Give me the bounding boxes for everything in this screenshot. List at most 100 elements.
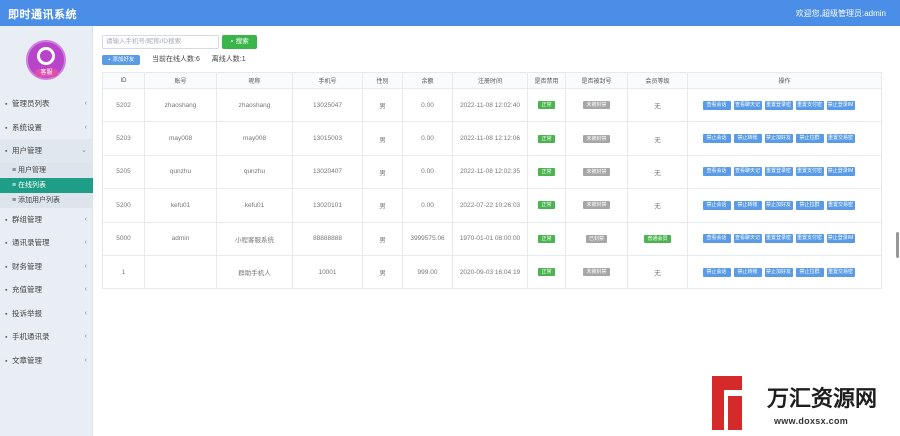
action-button[interactable]: 禁止转账	[733, 134, 762, 144]
table-row[interactable]: 5000 admin 小程客服系统 88888888 男 3999575.06 1970-0…	[102, 221, 882, 256]
table-cell: kefu01	[144, 188, 217, 223]
table-cell: 2020-09-03 16:04:19	[452, 254, 528, 290]
actions-cell: 查看会话 查看聊天记录重置登录密码重置支付密码禁止登录IM	[687, 87, 882, 123]
watermark-logo-icon	[712, 376, 742, 430]
status-badge: 正常	[538, 101, 555, 110]
table-cell: 0.00	[402, 121, 453, 156]
vip-cell: 无	[627, 188, 688, 223]
action-button[interactable]: 查看聊天记录	[733, 167, 762, 183]
table-header-row: ID 账号 昵称 手机号 性别 余额 注册时间 是否禁用 是否被封号 会员等级 操作	[102, 72, 882, 89]
search-input[interactable]: 请输入手机号/昵称/ID搜索	[102, 35, 219, 49]
table-cell: kefu01	[216, 188, 293, 223]
chevron-left-icon: ‹	[84, 286, 87, 293]
user-icon: ▪	[5, 101, 8, 108]
ban-badge: 未被封禁	[583, 167, 610, 176]
action-button[interactable]: 禁止会话	[702, 267, 731, 277]
action-button[interactable]: 重置支付密码	[795, 100, 824, 117]
search-button[interactable]: ⌕ 搜索	[222, 35, 257, 49]
sidebar-subitem[interactable]: ≡ 添加用户列表	[0, 192, 93, 208]
vip-cell: 无	[627, 121, 688, 156]
action-button[interactable]: 禁止加好友	[764, 134, 793, 144]
action-button[interactable]: 重置登录密码	[764, 234, 793, 250]
avatar[interactable]: 客服	[26, 40, 66, 80]
table-cell: 999.00	[402, 254, 453, 290]
action-button[interactable]: 重置支付密码	[795, 234, 824, 250]
ban-badge: 未被封禁	[583, 101, 610, 110]
action-button[interactable]: 禁止登录IM	[826, 167, 855, 177]
table-cell: admin	[144, 221, 217, 256]
ban-badge: 未被封禁	[583, 201, 610, 210]
sidebar-item[interactable]: ▪ 用户管理 ⌄	[0, 139, 93, 163]
action-button[interactable]: 查看聊天记录	[733, 100, 762, 117]
sidebar-item[interactable]: ▪ 文章管理 ‹	[0, 349, 93, 373]
column-header: 会员等级	[627, 72, 688, 89]
sidebar-item[interactable]: ▪ 充值管理 ‹	[0, 278, 93, 302]
sidebar-item[interactable]: ▪ 通讯录管理 ‹	[0, 231, 93, 255]
status-cell: 正常	[527, 121, 566, 156]
table-cell: 男	[362, 87, 403, 123]
sidebar-subitem[interactable]: ≡ 用户管理	[0, 162, 93, 178]
ban-cell: 未被封禁	[565, 121, 628, 156]
action-button[interactable]: 禁止拉群	[795, 134, 824, 144]
action-button[interactable]: 查看会话	[702, 234, 731, 244]
sidebar-item[interactable]: ▪ 财务管理 ‹	[0, 255, 93, 279]
ban-cell: 未被封禁	[565, 188, 628, 223]
table-cell: 男	[362, 188, 403, 223]
current-user-label[interactable]: 欢迎您,超级管理员:admin	[796, 8, 886, 19]
add-friend-button[interactable]: + 添加好友	[102, 55, 140, 65]
action-button[interactable]: 重置交易密码	[826, 134, 855, 150]
action-button[interactable]: 禁止转账	[733, 267, 762, 277]
sidebar-item[interactable]: ▪ 投诉举报 ‹	[0, 302, 93, 326]
sidebar-item-label: 用户管理	[12, 146, 42, 155]
status-badge: 正常	[538, 268, 555, 277]
sidebar-item-label: 财务管理	[12, 261, 42, 271]
action-button[interactable]: 禁止会话	[702, 134, 731, 144]
table-row[interactable]: 5203 may008 may008 13015003 男 0.00 2022-11-08 …	[102, 121, 882, 156]
action-button[interactable]: 重置登录密码	[764, 167, 793, 183]
table-row[interactable]: 5205 qunzhu qunzhu 13020407 男 0.00 2022-11-08 …	[102, 154, 882, 190]
report-icon: ▪	[5, 310, 8, 318]
table-row[interactable]: 5200 kefu01 kefu01 13020101 男 0.00 2022-07-22 …	[102, 188, 882, 223]
action-button[interactable]: 重置交易密码	[826, 200, 855, 217]
action-button[interactable]: 禁止加好友	[764, 200, 793, 210]
action-button[interactable]: 禁止会话	[702, 200, 731, 210]
sidebar-subitem-label: 在线列表	[18, 181, 47, 189]
table-cell: 3999575.06	[402, 221, 453, 256]
ban-cell: 未被封禁	[565, 154, 628, 190]
scrollbar[interactable]	[896, 232, 899, 258]
sidebar-item[interactable]: ▪ 群组管理 ‹	[0, 208, 93, 232]
sidebar-subitem[interactable]: ≡ 在线列表	[0, 177, 93, 193]
action-button[interactable]: 禁止拉群	[795, 267, 824, 277]
column-header: ID	[102, 72, 145, 89]
action-button[interactable]: 查看会话	[702, 167, 731, 177]
phone-icon: ▪	[5, 334, 8, 341]
action-button[interactable]: 查看聊天记录	[733, 234, 762, 250]
chevron-left-icon: ‹	[84, 123, 87, 131]
table-cell: 5203	[102, 121, 145, 156]
action-button[interactable]: 禁止转账	[733, 200, 762, 210]
action-button[interactable]: 禁止加好友	[764, 267, 793, 277]
column-header: 性别	[362, 72, 403, 89]
action-button[interactable]: 重置登录密码	[764, 100, 793, 117]
table-cell	[144, 254, 217, 290]
table-cell: 5205	[102, 154, 145, 190]
sidebar-item[interactable]: ▪ 管理员列表 ‹	[0, 92, 93, 116]
action-button[interactable]: 禁止拉群	[795, 200, 824, 210]
avatar-ring-icon	[37, 47, 55, 65]
sidebar-subitem-label: 用户管理	[18, 166, 47, 174]
table-cell: 群助手机人	[216, 254, 293, 290]
sidebar-item[interactable]: ▪ 手机通讯录 ‹	[0, 325, 93, 349]
table-cell: may008	[144, 121, 217, 156]
action-button[interactable]: 重置交易密码	[826, 267, 855, 284]
sidebar-item[interactable]: ▪ 系统设置 ‹	[0, 116, 93, 140]
action-button[interactable]: 查看会话	[702, 100, 731, 110]
table-row[interactable]: 1 群助手机人 10001 男 999.00 2020-09-03 16:04:19 正常 未…	[102, 254, 882, 290]
action-button[interactable]: 重置支付密码	[795, 167, 824, 183]
table-row[interactable]: 5202 zhaoshang zhaoshang 13025047 男 0.00 2022-…	[102, 87, 882, 123]
action-button[interactable]: 禁止登录IM	[826, 100, 855, 110]
vip-cell: 无	[627, 87, 688, 123]
watermark: 万汇资源网 www.doxsx.com	[710, 372, 900, 436]
action-button[interactable]: 禁止登录IM	[826, 234, 855, 244]
table-cell: qunzhu	[144, 154, 217, 190]
vip-cell: 无	[627, 154, 688, 190]
